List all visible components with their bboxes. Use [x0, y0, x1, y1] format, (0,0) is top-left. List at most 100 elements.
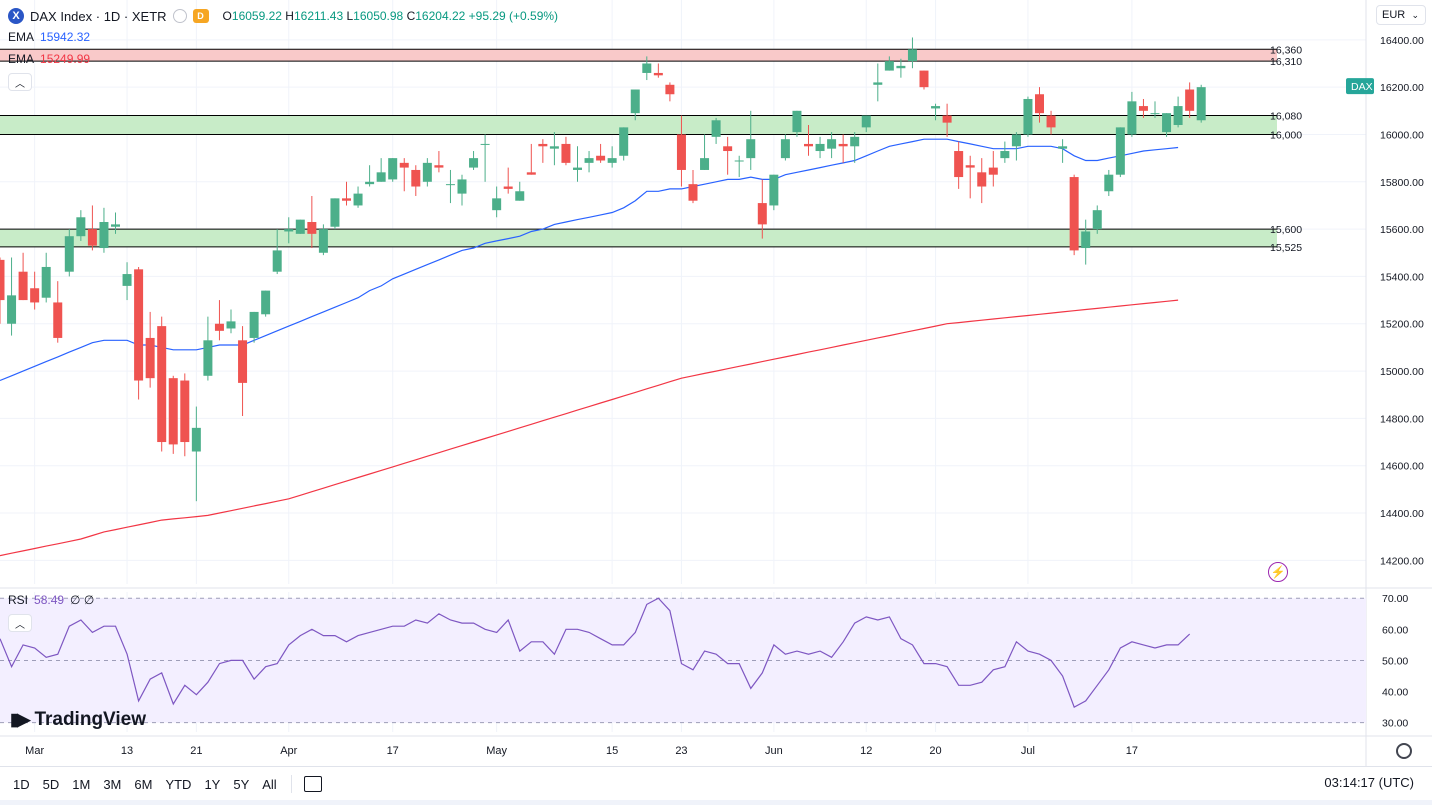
time-axis[interactable]: Mar 13 21 Apr 17 May 15 23 Jun 12 20 Jul 17 — [0, 735, 1432, 757]
candle — [665, 82, 675, 102]
candle-body — [7, 295, 17, 324]
candle — [965, 155, 975, 199]
legend-collapse-button[interactable]: ︿ — [8, 73, 32, 91]
ema-slow-legend[interactable]: EMA 15249.99 — [8, 52, 90, 66]
timeframe-5d[interactable]: 5D — [43, 777, 60, 792]
candle-body — [584, 158, 594, 163]
candle-body — [1185, 89, 1195, 111]
chevron-down-icon: ⌄ — [1411, 9, 1419, 20]
candle-body — [191, 427, 201, 452]
change-value: +95.29 (+0.59%) — [468, 9, 559, 23]
candle — [711, 117, 721, 144]
timeframe-6m[interactable]: 6M — [134, 777, 152, 792]
gear-icon[interactable] — [1396, 743, 1412, 759]
delay-badge[interactable]: D — [192, 9, 209, 23]
candle — [653, 63, 663, 78]
candle — [769, 174, 779, 211]
candle — [1185, 82, 1195, 118]
timeframe-1d[interactable]: 1D — [13, 777, 30, 792]
candle-body — [272, 250, 282, 272]
candle-body — [145, 337, 155, 379]
timeframe-1y[interactable]: 1Y — [204, 777, 220, 792]
price-tick-label: 16000.00 — [1380, 129, 1424, 141]
timeframe-3m[interactable]: 3M — [103, 777, 121, 792]
time-tick-label: 21 — [190, 745, 202, 757]
timeframe-all[interactable]: All — [262, 777, 276, 792]
price-tick-label: 15000.00 — [1380, 366, 1424, 378]
candle — [399, 158, 409, 192]
toolbar-divider — [290, 775, 292, 793]
candle — [549, 132, 559, 166]
candle-body — [769, 174, 779, 206]
candle-body — [526, 172, 536, 175]
candle — [445, 169, 455, 204]
market-status-icon[interactable] — [172, 9, 187, 23]
time-tick-label: Apr — [280, 745, 297, 757]
bolt-icon[interactable]: ⚡ — [1268, 562, 1288, 582]
time-tick-label: 17 — [1126, 745, 1138, 757]
time-tick-label: Mar — [25, 745, 44, 757]
candle-body — [1092, 210, 1102, 230]
rsi-tick-label: 70.00 — [1382, 593, 1408, 605]
candle — [1196, 84, 1206, 123]
rsi-legend[interactable]: RSI 58.49 ∅ ∅ — [8, 593, 94, 607]
candle-body — [1023, 98, 1033, 135]
timeframe-1m[interactable]: 1M — [72, 777, 90, 792]
candle — [780, 134, 790, 161]
candle — [827, 132, 837, 159]
candle-body — [307, 222, 317, 234]
time-tick-label: May — [486, 745, 507, 757]
price-chart[interactable]: 16,36016,310 16,080 16,000 15,600 15,525 142… — [0, 0, 1432, 766]
candle — [157, 316, 167, 452]
candle-body — [1035, 94, 1044, 114]
candle-body — [907, 49, 917, 62]
candle-body — [988, 167, 998, 175]
timeframe-ytd[interactable]: YTD — [165, 777, 191, 792]
price-axis[interactable]: 14200.00 14400.00 14600.00 14800.00 15000.00… — [1346, 35, 1424, 568]
candle — [561, 136, 571, 166]
price-tick-label: 16200.00 — [1380, 82, 1424, 94]
candle — [492, 186, 502, 218]
chart-header: X DAX Index · 1D · XETR D O16059.22 H162… — [8, 7, 558, 25]
utc-clock[interactable]: 03:14:17 (UTC) — [1324, 775, 1414, 790]
candle-body — [365, 181, 375, 185]
candle-body — [850, 136, 860, 147]
symbol-title[interactable]: DAX Index · 1D · XETR — [30, 9, 167, 24]
candle — [376, 158, 386, 182]
bottom-strip — [0, 800, 1432, 805]
candle-body — [64, 236, 74, 272]
candle-body — [1069, 177, 1079, 251]
candle — [18, 252, 28, 301]
currency-select[interactable]: EUR ⌄ — [1376, 5, 1426, 25]
ema-fast-legend[interactable]: EMA 15942.32 — [8, 30, 90, 44]
rsi-collapse-button[interactable]: ︿ — [8, 614, 32, 632]
candle-body — [157, 326, 167, 443]
price-tick-label: 14200.00 — [1380, 555, 1424, 567]
time-tick-label: Jun — [765, 745, 783, 757]
rsi-tick-label: 50.00 — [1382, 655, 1408, 667]
candle-body — [53, 302, 63, 338]
candle-body — [884, 61, 894, 71]
time-tick-label: 15 — [606, 745, 618, 757]
candle — [596, 143, 606, 163]
x-badge-icon[interactable]: X — [8, 8, 24, 24]
calendar-icon[interactable] — [303, 776, 322, 792]
candle-body — [249, 311, 259, 338]
candle-body — [99, 222, 109, 249]
candle — [191, 406, 201, 502]
candle — [365, 165, 375, 187]
level-label: 16,360 — [1270, 44, 1302, 56]
candle — [1069, 174, 1079, 256]
candle — [480, 134, 490, 182]
timeframe-5y[interactable]: 5Y — [233, 777, 249, 792]
rsi-pane: 30.00 40.00 50.00 60.00 70.00 — [0, 593, 1408, 730]
candle — [434, 151, 444, 173]
low-value: 16050.98 — [353, 9, 404, 23]
candle — [688, 169, 698, 204]
candle — [977, 158, 987, 204]
candle — [261, 290, 271, 317]
tradingview-logo: ▮▶ TradingView — [10, 709, 147, 730]
level-label: 15,525 — [1270, 242, 1302, 254]
candle-body — [422, 162, 432, 182]
candle-body — [203, 340, 213, 376]
